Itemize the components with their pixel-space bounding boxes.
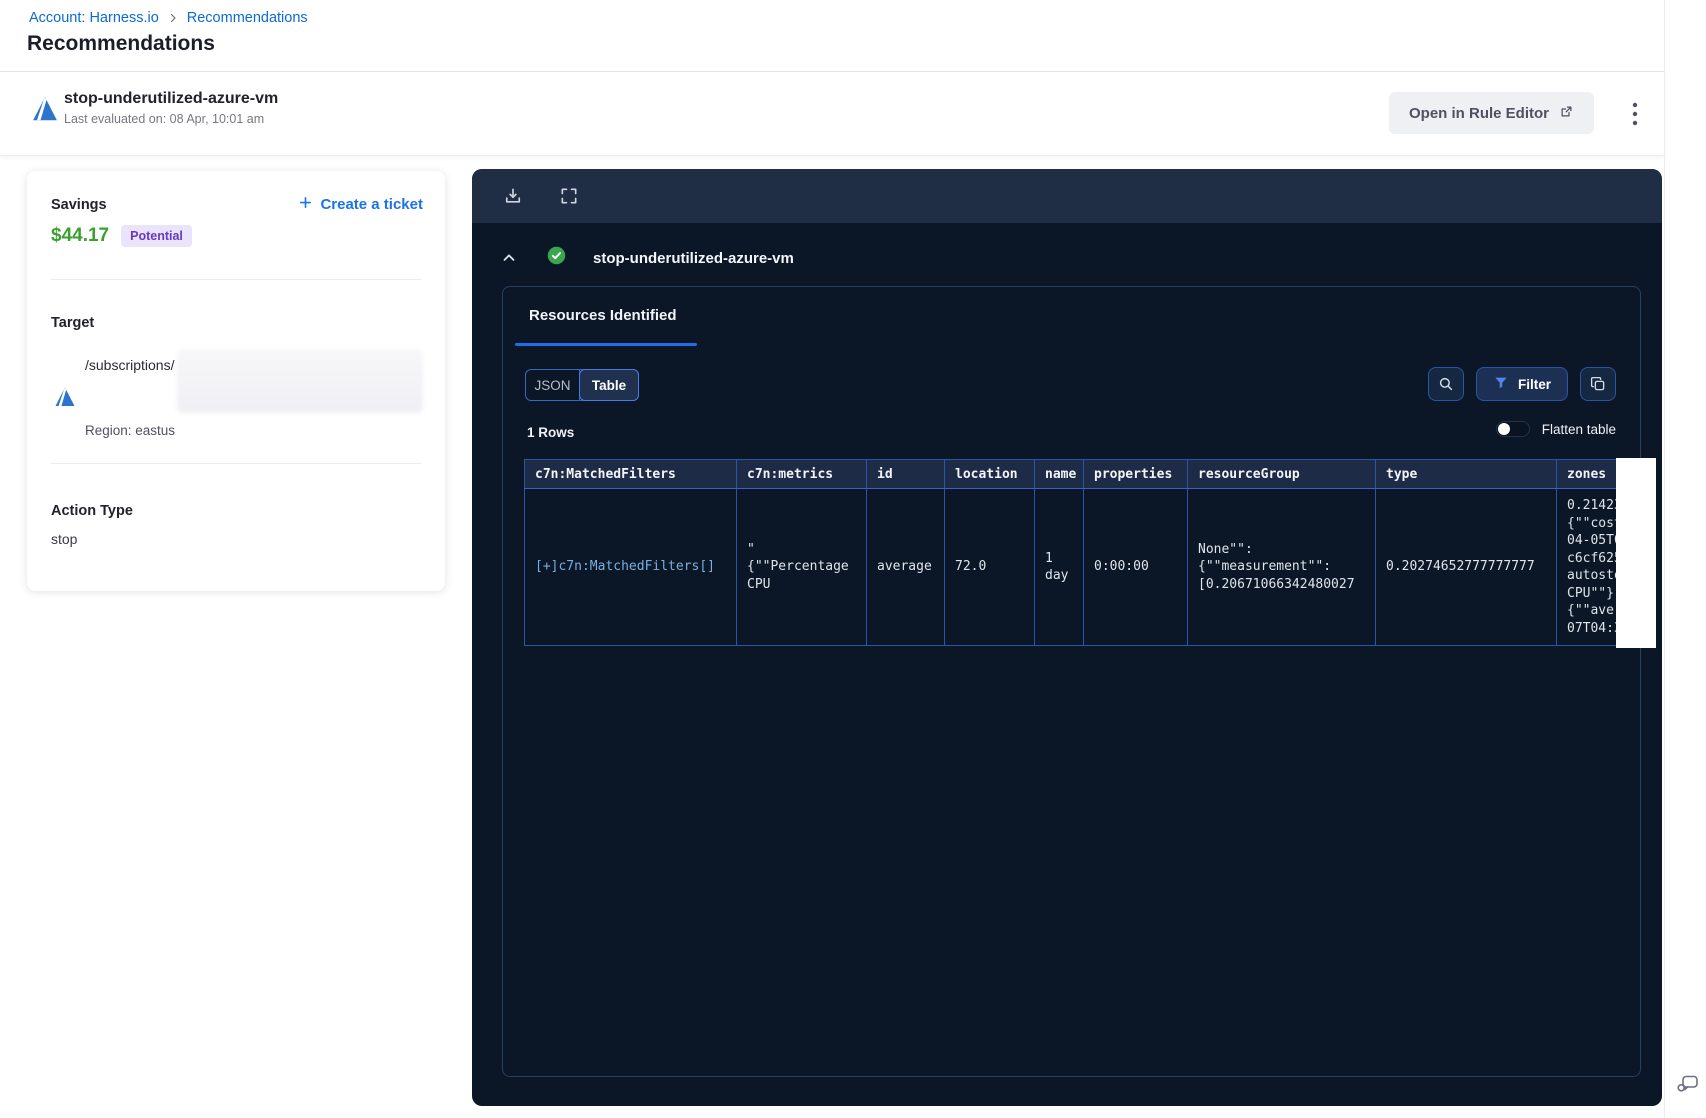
cell-metrics: " {""Percentage CPU [736,487,867,647]
col-header-type: type [1375,459,1557,489]
breadcrumb-current-link[interactable]: Recommendations [187,10,308,26]
table-header-row: c7n:MatchedFilters c7n:metrics id locati… [524,459,1620,489]
right-rail-divider [1664,0,1665,1118]
cell-properties: 0:00:00 [1083,487,1188,647]
filter-label: Filter [1517,376,1551,392]
page-title: Recommendations [27,32,215,55]
copy-button[interactable] [1580,367,1616,401]
download-icon[interactable] [502,185,524,207]
view-toggle: JSON Table [525,369,639,401]
tab-active-underline [515,343,697,346]
create-ticket-button[interactable]: Create a ticket [298,195,423,214]
search-button[interactable] [1427,367,1464,401]
resources-card: Resources Identified JSON Table Filter 1… [502,286,1641,1077]
plus-icon [298,195,313,214]
flatten-table-toggle[interactable] [1495,421,1530,437]
table-row: [+]c7n:MatchedFilters[] " {""Percentage … [524,487,1620,647]
flatten-table-label: Flatten table [1541,421,1616,437]
cell-location: 72.0 [944,487,1035,647]
search-icon [1439,377,1453,391]
recommendation-header: stop-underutilized-azure-vm Last evaluat… [0,72,1664,156]
col-header-name: name [1034,459,1084,489]
page: Account: Harness.io Recommendations Reco… [0,0,1706,1118]
savings-value: $44.17 [51,225,110,246]
view-toggle-table[interactable]: Table [579,369,639,401]
panel-rule-title: stop-underutilized-azure-vm [593,249,794,267]
open-rule-editor-button[interactable]: Open in Rule Editor [1389,92,1595,134]
col-header-resource-group: resourceGroup [1187,459,1376,489]
cell-zones: 0.21423 {""cost 04-05T0 c6cf625 autosto … [1556,487,1620,647]
resources-table-container[interactable]: c7n:MatchedFilters c7n:metrics id locati… [524,459,1620,647]
target-region: Region: eastus [85,423,176,438]
view-toggle-json[interactable]: JSON [526,370,580,400]
target-label: Target [51,315,95,331]
collapse-chevron-icon[interactable] [498,247,520,269]
filter-button[interactable]: Filter [1475,367,1568,401]
cell-name: 1 day [1034,487,1084,647]
recommendation-name: stop-underutilized-azure-vm [64,90,279,107]
more-options-menu[interactable] [1622,100,1648,128]
create-ticket-label: Create a ticket [320,196,423,213]
azure-logo-icon [33,97,57,121]
azure-logo-icon [55,387,75,406]
funnel-icon [1493,375,1509,394]
col-header-matched-filters: c7n:MatchedFilters [524,459,737,489]
last-evaluated-text: Last evaluated on: 08 Apr, 10:01 am [64,112,265,126]
breadcrumb-account-link[interactable]: Account: Harness.io [29,10,159,26]
chevron-right-icon [167,12,179,24]
potential-badge: Potential [121,225,192,247]
panel-toolbar [472,169,1662,223]
copy-icon [1590,376,1605,391]
open-rule-editor-label: Open in Rule Editor [1409,104,1550,122]
results-panel: stop-underutilized-azure-vm Resources Id… [472,169,1662,1106]
fullscreen-icon[interactable] [558,185,580,207]
tab-resources-identified[interactable]: Resources Identified [529,307,677,324]
divider [51,463,421,464]
target-path: /subscriptions/ [85,357,175,373]
success-check-icon [546,245,567,271]
cell-id: average [866,487,945,647]
recommendation-summary-card: Savings Create a ticket $44.17 Potential… [27,171,445,591]
col-header-id: id [866,459,945,489]
action-type-label: Action Type [51,503,133,519]
col-header-metrics: c7n:metrics [736,459,867,489]
cell-resource-group: None"": {""measurement"": [0.20671066342… [1187,487,1376,647]
resources-table: c7n:MatchedFilters c7n:metrics id locati… [524,459,1620,647]
cell-type: 0.20274652777777777 [1375,487,1557,647]
savings-label: Savings [51,197,107,213]
col-header-location: location [944,459,1035,489]
redacted-target-value [177,349,423,413]
col-header-zones: zones [1556,459,1620,489]
help-chat-icon[interactable] [1676,1072,1700,1096]
action-type-value: stop [51,531,78,547]
divider [51,279,421,280]
col-header-properties: properties [1083,459,1188,489]
external-link-icon [1559,104,1574,123]
table-scrollbar-track[interactable] [1616,458,1656,648]
cell-matched-filters-expander[interactable]: [+]c7n:MatchedFilters[] [524,487,737,647]
breadcrumb: Account: Harness.io Recommendations [29,10,308,26]
rows-count: 1 Rows [527,425,575,440]
